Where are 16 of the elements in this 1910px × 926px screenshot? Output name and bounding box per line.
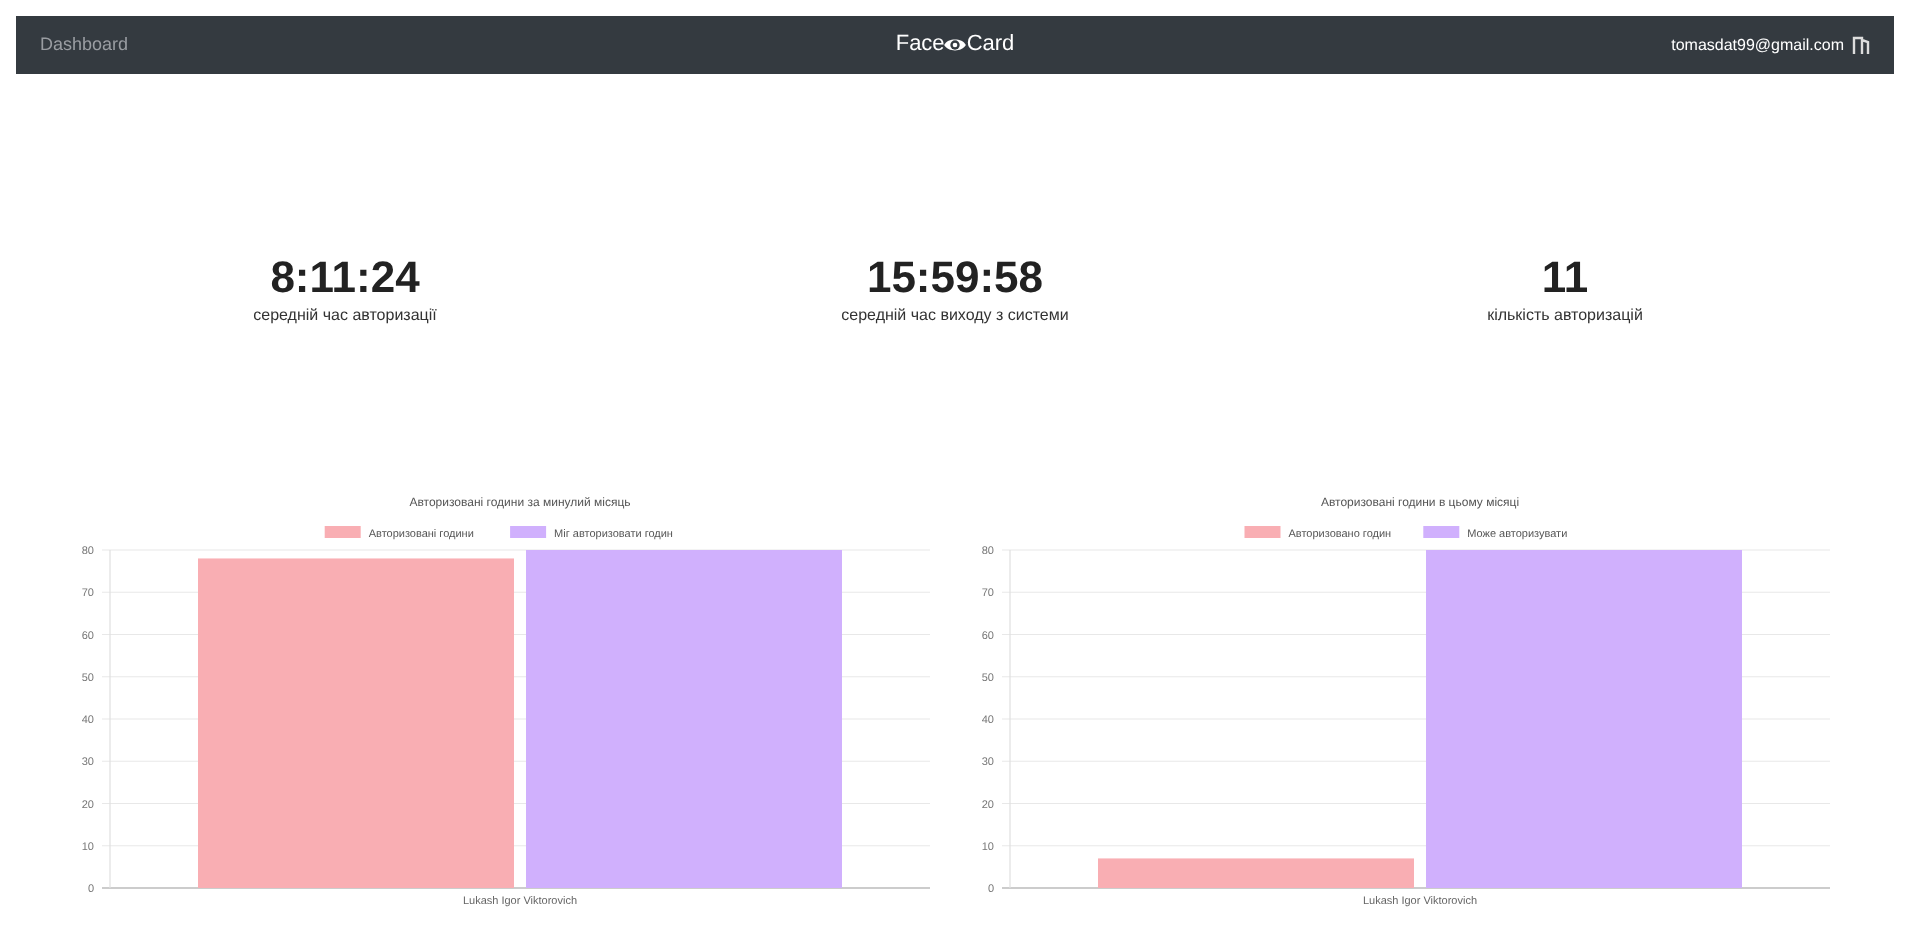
legend-swatch[interactable] (1244, 526, 1281, 538)
legend-swatch[interactable] (1423, 526, 1460, 538)
user-email: tomasdat99@gmail.com (1671, 33, 1844, 57)
stat-value: 8:11:24 (270, 252, 420, 304)
stat-label: середній час авторизації (253, 304, 437, 328)
stat-label: середній час виходу з системи (841, 304, 1069, 328)
door-icon[interactable] (1852, 35, 1870, 55)
eye-icon (944, 36, 967, 54)
stat-value: 15:59:58 (866, 252, 1044, 304)
brand-text: Card (966, 30, 1015, 61)
legend-swatch[interactable] (324, 526, 361, 538)
brand-text: Face (895, 30, 945, 61)
legend-swatch[interactable] (510, 526, 547, 538)
stat-label: кількість авторизацій (1487, 304, 1643, 328)
stat-value: 11 (1541, 252, 1589, 304)
dashboard-link[interactable]: Dashboard (40, 31, 440, 59)
